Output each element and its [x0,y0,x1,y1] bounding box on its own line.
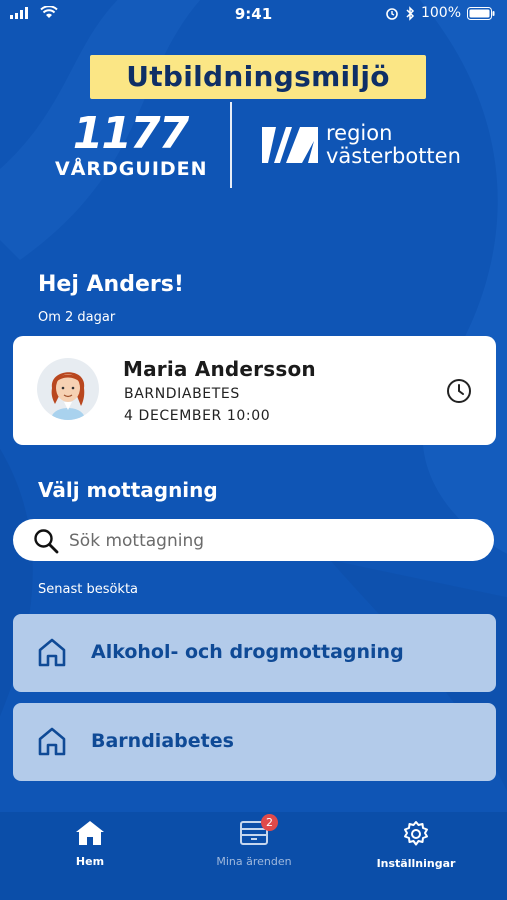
logo-1177-name: VÅRDGUIDEN [55,158,208,180]
notification-badge: 2 [261,814,278,831]
tab-my-cases[interactable]: 2 Mina ärenden [184,814,324,868]
avatar-illustration [51,372,85,420]
app-screen: 9:41 100% Utbildningsmiljö 1177 VÅRDGUID… [0,0,507,900]
appointment-card[interactable]: Maria Andersson BARNDIABETES 4 DECEMBER … [13,336,496,445]
status-right: 100% [385,5,495,21]
tab-bar: Hem 2 Mina ärenden Inställningar [0,812,507,900]
clock-icon [447,379,471,403]
gear-icon [404,821,428,846]
clinic-label: Alkohol- och drogmottagning [91,641,404,663]
logo-1177-vardguiden: 1177 VÅRDGUIDEN [55,108,208,181]
appointment-when: Om 2 dagar [38,310,116,325]
tab-label: Inställningar [376,857,456,870]
tab-label: Mina ärenden [216,855,292,868]
choose-clinic-heading: Välj mottagning [38,478,218,502]
clinic-item-barndiabetes[interactable]: Barndiabetes [13,703,496,781]
home-outline-icon [38,638,66,667]
avatar [37,358,99,420]
clinic-item-alkohol[interactable]: Alkohol- och drogmottagning [13,614,496,692]
logo-region-vasterbotten: region västerbotten [262,122,461,168]
battery-percent: 100% [420,5,461,21]
search-icon [34,529,59,554]
alarm-icon [386,8,398,20]
region-logo-mark-icon [262,127,318,163]
recent-label: Senast besökta [38,582,139,597]
tab-settings[interactable]: Inställningar [346,820,486,870]
clinic-label: Barndiabetes [91,730,234,752]
home-icon [76,821,104,845]
appointment-datetime: 4 DECEMBER 10:00 [124,408,271,424]
search-input[interactable] [67,527,471,555]
status-bar: 9:41 100% [0,0,507,28]
tab-home[interactable]: Hem [20,820,160,868]
environment-banner: Utbildningsmiljö [90,55,426,99]
appointment-department: BARNDIABETES [124,386,240,402]
logos-row: 1177 VÅRDGUIDEN region västerbotten [0,102,507,190]
tab-label: Hem [75,855,105,868]
search-bar[interactable] [13,519,494,561]
region-line2: västerbotten [326,144,461,168]
appointment-name: Maria Andersson [123,357,316,381]
region-line1: region [326,121,393,145]
logo-1177-number: 1177 [72,108,189,159]
bluetooth-icon [406,5,415,21]
home-outline-icon [38,727,66,756]
battery-icon [467,6,495,20]
logo-divider [230,102,232,188]
greeting: Hej Anders! [38,272,184,297]
